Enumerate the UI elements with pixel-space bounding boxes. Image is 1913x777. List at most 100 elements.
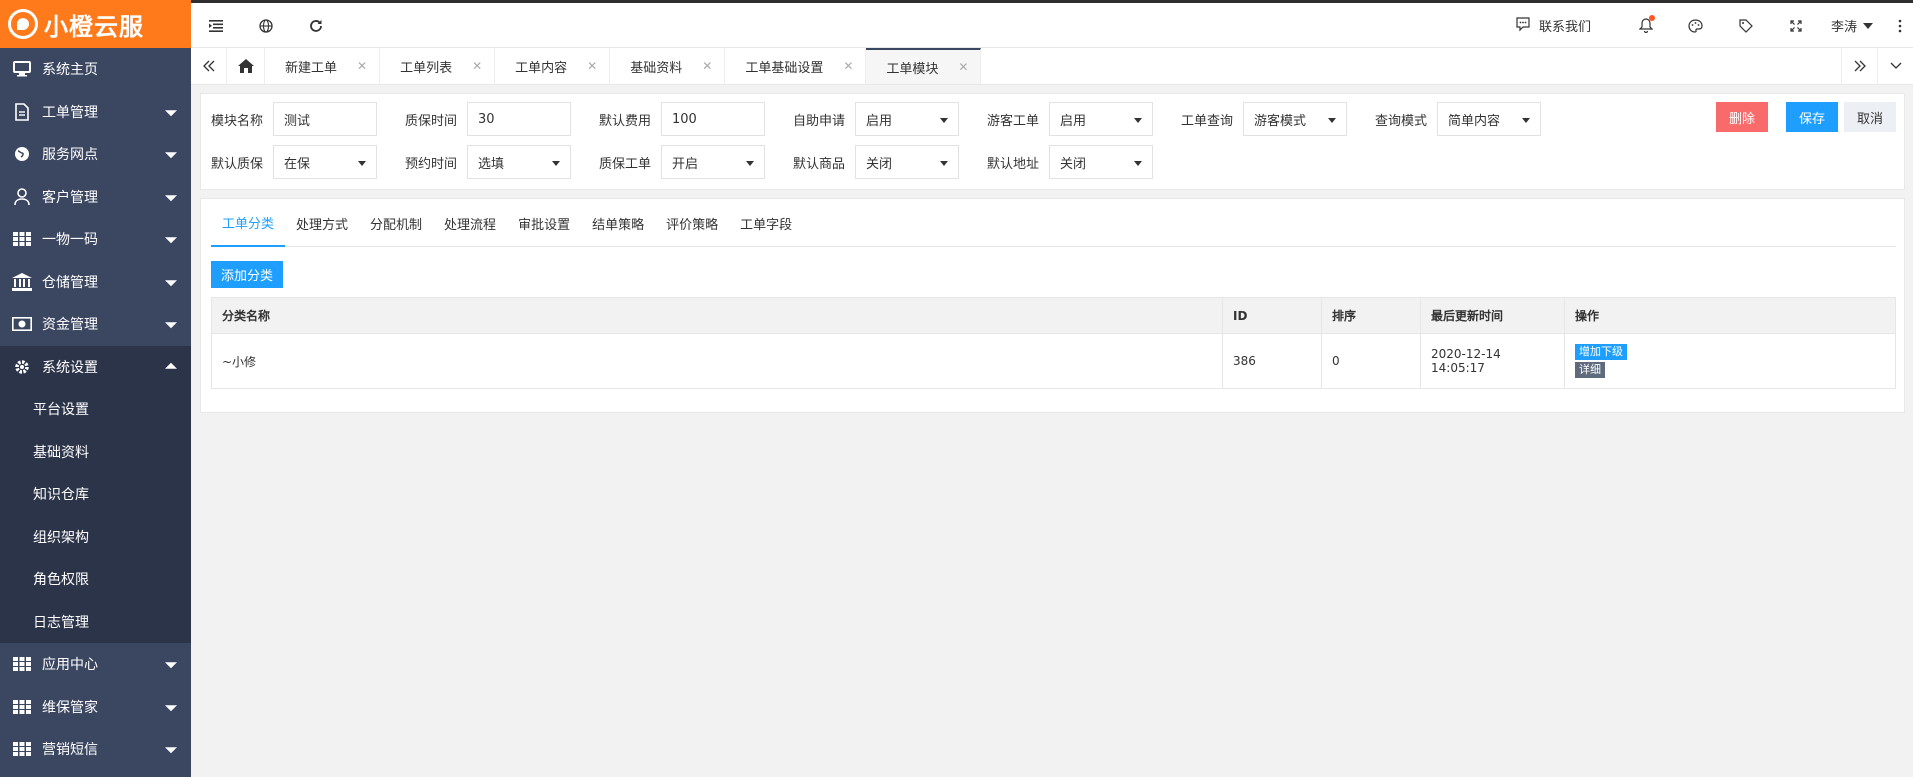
guest-workorder-select[interactable]: 启用	[1049, 102, 1153, 136]
tabs-scroll-right-icon[interactable]	[1841, 48, 1877, 84]
sidebar-item-home[interactable]: 系统主页	[0, 48, 191, 91]
sidebar-item-system-settings[interactable]: 系统设置	[0, 345, 191, 388]
field-label: 质保时间	[405, 113, 458, 129]
add-subcategory-button[interactable]: 增加下级	[1575, 344, 1627, 360]
subtab-assignment[interactable]: 分配机制	[359, 199, 433, 247]
col-header-order: 排序	[1321, 297, 1421, 334]
theme-palette-icon[interactable]	[1671, 3, 1721, 48]
sidebar-nav: 系统主页 工单管理 服务网点 客户管理 一物一码 仓储管理 资金管理 系统设置 …	[0, 48, 191, 771]
more-vertical-icon[interactable]	[1887, 3, 1913, 48]
tab-workorder-content[interactable]: 工单内容 ✕	[495, 48, 611, 84]
workorder-query-select[interactable]: 游客模式	[1243, 102, 1347, 136]
sidebar-subitem-knowledge-base[interactable]: 知识仓库	[0, 473, 191, 516]
table-header-row: 分类名称 ID 排序 最后更新时间 操作	[211, 297, 1896, 334]
subtab-category[interactable]: 工单分类	[211, 199, 286, 247]
sidebar-item-label: 资金管理	[42, 317, 98, 334]
logo-icon	[8, 9, 38, 39]
select-value: 选填	[478, 156, 505, 172]
chat-icon	[1515, 16, 1531, 36]
field-label: 默认商品	[793, 156, 846, 172]
sidebar-item-app-center[interactable]: 应用中心	[0, 643, 191, 686]
sidebar-subnav: 平台设置 基础资料 知识仓库 组织架构 角色权限 日志管理	[0, 388, 191, 643]
sidebar-item-sms-marketing[interactable]: 营销短信	[0, 728, 191, 771]
field-warranty-workorder: 质保工单 开启	[599, 145, 793, 179]
user-menu[interactable]: 李涛	[1831, 16, 1873, 35]
add-category-button[interactable]: 添加分类	[211, 261, 284, 288]
default-warranty-select[interactable]: 在保	[273, 145, 377, 179]
self-apply-select[interactable]: 启用	[855, 102, 959, 136]
default-product-select[interactable]: 关闭	[855, 145, 959, 179]
menu-toggle-icon[interactable]	[191, 3, 241, 48]
sidebar-subitem-logs[interactable]: 日志管理	[0, 601, 191, 644]
close-icon[interactable]: ✕	[843, 59, 853, 73]
select-value: 关闭	[866, 156, 893, 172]
warranty-workorder-select[interactable]: 开启	[661, 145, 765, 179]
sidebar-item-warehouse[interactable]: 仓储管理	[0, 261, 191, 304]
field-label: 游客工单	[987, 113, 1040, 129]
sidebar-item-customers[interactable]: 客户管理	[0, 176, 191, 219]
home-tab-icon[interactable]	[227, 48, 265, 84]
document-icon	[12, 102, 32, 122]
sidebar-item-label: 应用中心	[42, 657, 98, 674]
chevron-down-icon	[165, 237, 177, 244]
close-icon[interactable]: ✕	[472, 59, 482, 73]
monitor-icon	[12, 59, 32, 79]
sidebar-item-maintenance[interactable]: 维保管家	[0, 686, 191, 729]
sidebar-subitem-basic-data[interactable]: 基础资料	[0, 431, 191, 474]
brand-logo[interactable]: 小橙云服	[0, 0, 191, 48]
sidebar-subitem-organization[interactable]: 组织架构	[0, 516, 191, 559]
sidebar-subitem-platform-settings[interactable]: 平台设置	[0, 388, 191, 431]
tab-label: 工单基础设置	[745, 60, 824, 76]
money-icon	[12, 314, 32, 334]
subtab-process-flow[interactable]: 处理流程	[433, 199, 507, 247]
field-label: 预约时间	[405, 156, 458, 172]
tabs-scroll-left-icon[interactable]	[191, 48, 227, 84]
close-icon[interactable]: ✕	[702, 59, 712, 73]
close-icon[interactable]: ✕	[587, 59, 597, 73]
subtab-workorder-fields[interactable]: 工单字段	[729, 199, 803, 247]
query-mode-select[interactable]: 简单内容	[1437, 102, 1541, 136]
bank-icon	[12, 272, 32, 292]
warranty-time-input[interactable]: 30	[467, 102, 571, 136]
top-header: 联系我们 李涛	[191, 3, 1913, 48]
tag-icon[interactable]	[1721, 3, 1771, 48]
caret-down-icon	[1522, 118, 1530, 123]
tab-basic-data[interactable]: 基础资料 ✕	[610, 48, 726, 84]
sidebar-item-label: 仓储管理	[42, 274, 98, 291]
subtab-closing-policy[interactable]: 结单策略	[581, 199, 655, 247]
sidebar-item-workorders[interactable]: 工单管理	[0, 91, 191, 134]
refresh-icon[interactable]	[291, 3, 341, 48]
tab-workorder-list[interactable]: 工单列表 ✕	[380, 48, 496, 84]
sidebar-item-service-points[interactable]: 服务网点	[0, 133, 191, 176]
caret-down-icon	[1134, 118, 1142, 123]
field-label: 工单查询	[1181, 113, 1234, 129]
tab-new-workorder[interactable]: 新建工单 ✕	[265, 48, 381, 84]
appointment-time-select[interactable]: 选填	[467, 145, 571, 179]
sidebar-item-one-code[interactable]: 一物一码	[0, 218, 191, 261]
close-icon[interactable]: ✕	[357, 59, 367, 73]
brand-name: 小橙云服	[44, 12, 144, 41]
detail-button[interactable]: 详细	[1575, 362, 1605, 378]
globe-icon[interactable]	[241, 3, 291, 48]
grid-icon	[12, 654, 32, 674]
tab-workorder-basic-settings[interactable]: 工单基础设置 ✕	[725, 48, 867, 84]
save-button[interactable]: 保存	[1785, 102, 1838, 132]
subtab-handling-method[interactable]: 处理方式	[285, 199, 359, 247]
cancel-button[interactable]: 取消	[1843, 102, 1896, 132]
fullscreen-icon[interactable]	[1771, 3, 1821, 48]
notification-bell-icon[interactable]	[1621, 3, 1671, 48]
contact-us-label: 联系我们	[1538, 20, 1591, 35]
default-fee-input[interactable]: 100	[661, 102, 765, 136]
subtab-approval[interactable]: 审批设置	[507, 199, 581, 247]
sidebar-item-funds[interactable]: 资金管理	[0, 303, 191, 346]
contact-us-link[interactable]: 联系我们	[1515, 16, 1591, 36]
module-name-input[interactable]: 测试	[273, 102, 377, 136]
default-address-select[interactable]: 关闭	[1049, 145, 1153, 179]
tab-workorder-module[interactable]: 工单模块 ✕	[866, 48, 982, 84]
tabs-menu-chevron-down-icon[interactable]	[1877, 48, 1913, 84]
close-icon[interactable]: ✕	[958, 60, 968, 74]
subtab-rating-policy[interactable]: 评价策略	[655, 199, 729, 247]
caret-down-icon	[358, 161, 366, 166]
delete-button[interactable]: 删除	[1715, 102, 1768, 132]
sidebar-subitem-roles[interactable]: 角色权限	[0, 558, 191, 601]
